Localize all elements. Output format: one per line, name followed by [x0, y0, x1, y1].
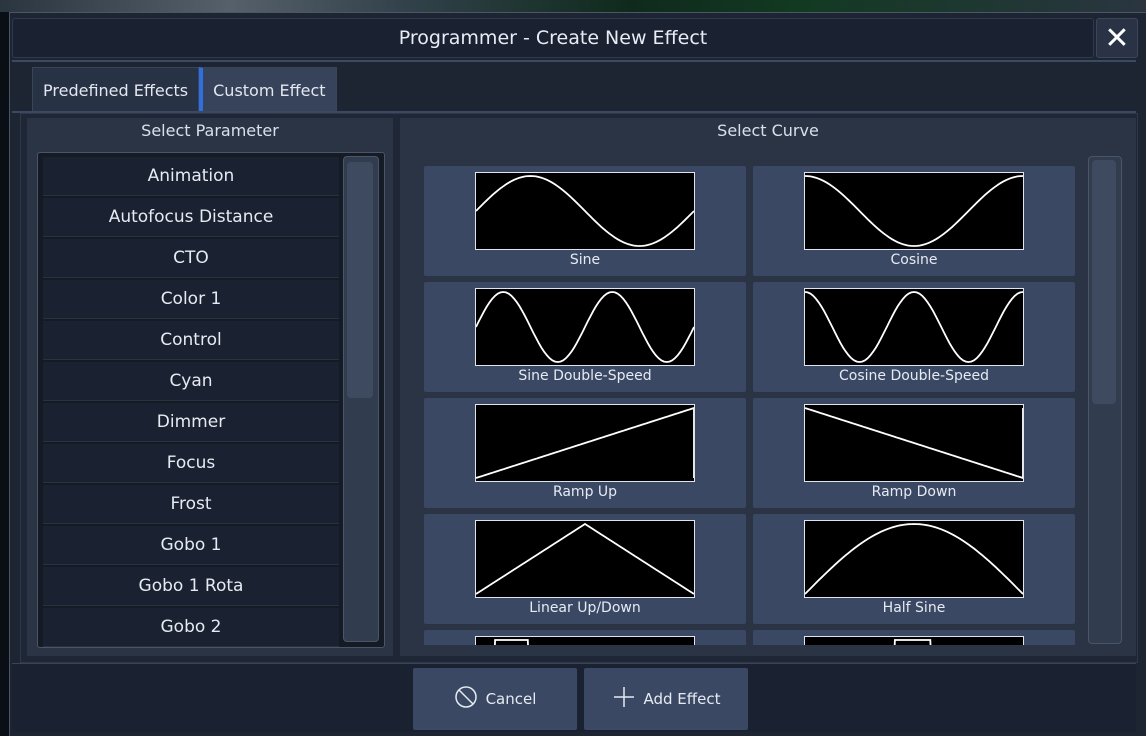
cancel-circle-icon: [454, 685, 478, 713]
parameter-item[interactable]: Gobo 1: [43, 526, 339, 565]
close-icon: ✕: [1104, 20, 1130, 56]
parameter-item[interactable]: Frost: [43, 485, 339, 524]
curve-preview: [804, 404, 1024, 482]
curve-card[interactable]: Ramp Down: [753, 398, 1075, 508]
parameter-label: Frost: [170, 494, 212, 514]
curve-label: Half Sine: [882, 600, 946, 616]
select-curve-title: Select Curve: [717, 120, 819, 140]
parameter-label: Control: [160, 330, 222, 350]
curve-preview: [475, 288, 695, 366]
parameter-label: Gobo 1: [160, 535, 222, 555]
parameter-item[interactable]: Color 1: [43, 280, 339, 319]
curve-label: Ramp Up: [552, 484, 618, 500]
curve-card[interactable]: Half Sine: [753, 514, 1075, 624]
curve-preview: [804, 520, 1024, 598]
curve-label: Linear Up/Down: [529, 600, 641, 616]
parameter-item[interactable]: CTO: [43, 239, 339, 278]
tab-custom-effect[interactable]: Custom Effect: [199, 67, 337, 113]
curve-card[interactable]: Cosine Double-Speed: [753, 282, 1075, 392]
title-divider: [12, 60, 1136, 62]
parameter-label: Focus: [166, 453, 216, 473]
curve-preview: [804, 172, 1024, 250]
close-button[interactable]: ✕: [1096, 18, 1138, 58]
curve-preview: [475, 172, 695, 250]
parameter-item[interactable]: Gobo 2: [43, 608, 339, 647]
curve-card[interactable]: Cosine: [753, 166, 1075, 276]
curve-card[interactable]: Linear Up/Down: [424, 514, 746, 624]
tab-label: Predefined Effects: [43, 80, 189, 100]
parameter-label: Dimmer: [156, 412, 226, 432]
add-effect-button[interactable]: Add Effect: [584, 668, 748, 730]
curve-card[interactable]: [424, 630, 746, 645]
curve-preview: [475, 404, 695, 482]
cancel-label: Cancel: [485, 690, 537, 708]
parameter-label: Color 1: [160, 289, 222, 309]
select-curve-header: Select Curve: [400, 118, 1136, 142]
curve-label: Sine: [569, 252, 601, 268]
parameter-label: Gobo 2: [160, 617, 222, 637]
parameter-item[interactable]: Animation: [43, 157, 339, 196]
parameter-item[interactable]: Gobo 1 Rota: [43, 567, 339, 606]
parameter-item[interactable]: Dimmer: [43, 403, 339, 442]
parameter-label: Gobo 1 Rota: [138, 576, 244, 596]
parameter-label: CTO: [173, 248, 209, 268]
curve-scrollbar-thumb[interactable]: [1092, 160, 1116, 404]
background-strip: [0, 0, 1146, 12]
parameter-item[interactable]: Control: [43, 321, 339, 360]
curve-card[interactable]: Ramp Up: [424, 398, 746, 508]
tab-bar: Predefined Effects Custom Effect: [32, 67, 337, 113]
tab-predefined-effects[interactable]: Predefined Effects: [32, 67, 200, 113]
parameter-scrollbar-thumb[interactable]: [347, 162, 373, 398]
curve-card[interactable]: Sine Double-Speed: [424, 282, 746, 392]
parameter-item[interactable]: Focus: [43, 444, 339, 483]
parameter-label: Cyan: [169, 371, 213, 391]
parameter-item[interactable]: Autofocus Distance: [43, 198, 339, 237]
curve-preview: [804, 288, 1024, 366]
curve-label: Cosine Double-Speed: [838, 368, 989, 384]
curve-preview: [804, 636, 1024, 645]
curve-label: Cosine: [890, 252, 938, 268]
plus-icon: [612, 685, 636, 713]
parameter-label: Autofocus Distance: [108, 207, 274, 227]
curve-card[interactable]: [753, 630, 1075, 645]
curve-panel: Sine Cosine Sine Double-Speed Cosine Double…: [400, 142, 1136, 656]
curve-grid: Sine Cosine Sine Double-Speed Cosine Double…: [400, 142, 1136, 645]
curve-preview: [475, 520, 695, 598]
curve-label: Ramp Down: [871, 484, 957, 500]
select-parameter-header: Select Parameter: [27, 118, 393, 142]
add-effect-label: Add Effect: [643, 690, 721, 708]
cancel-button[interactable]: Cancel: [413, 668, 577, 730]
select-parameter-title: Select Parameter: [141, 120, 279, 140]
curve-preview: [475, 636, 695, 645]
parameter-item[interactable]: Cyan: [43, 362, 339, 401]
tab-label: Custom Effect: [213, 80, 326, 100]
curve-card[interactable]: Sine: [424, 166, 746, 276]
curve-label: Sine Double-Speed: [518, 368, 652, 384]
parameter-list: Animation Autofocus Distance CTO Color 1 Con…: [37, 152, 385, 648]
dialog-title-text: Programmer - Create New Effect: [398, 27, 708, 49]
parameter-label: Animation: [147, 166, 235, 186]
dialog-title: Programmer - Create New Effect: [12, 18, 1094, 58]
